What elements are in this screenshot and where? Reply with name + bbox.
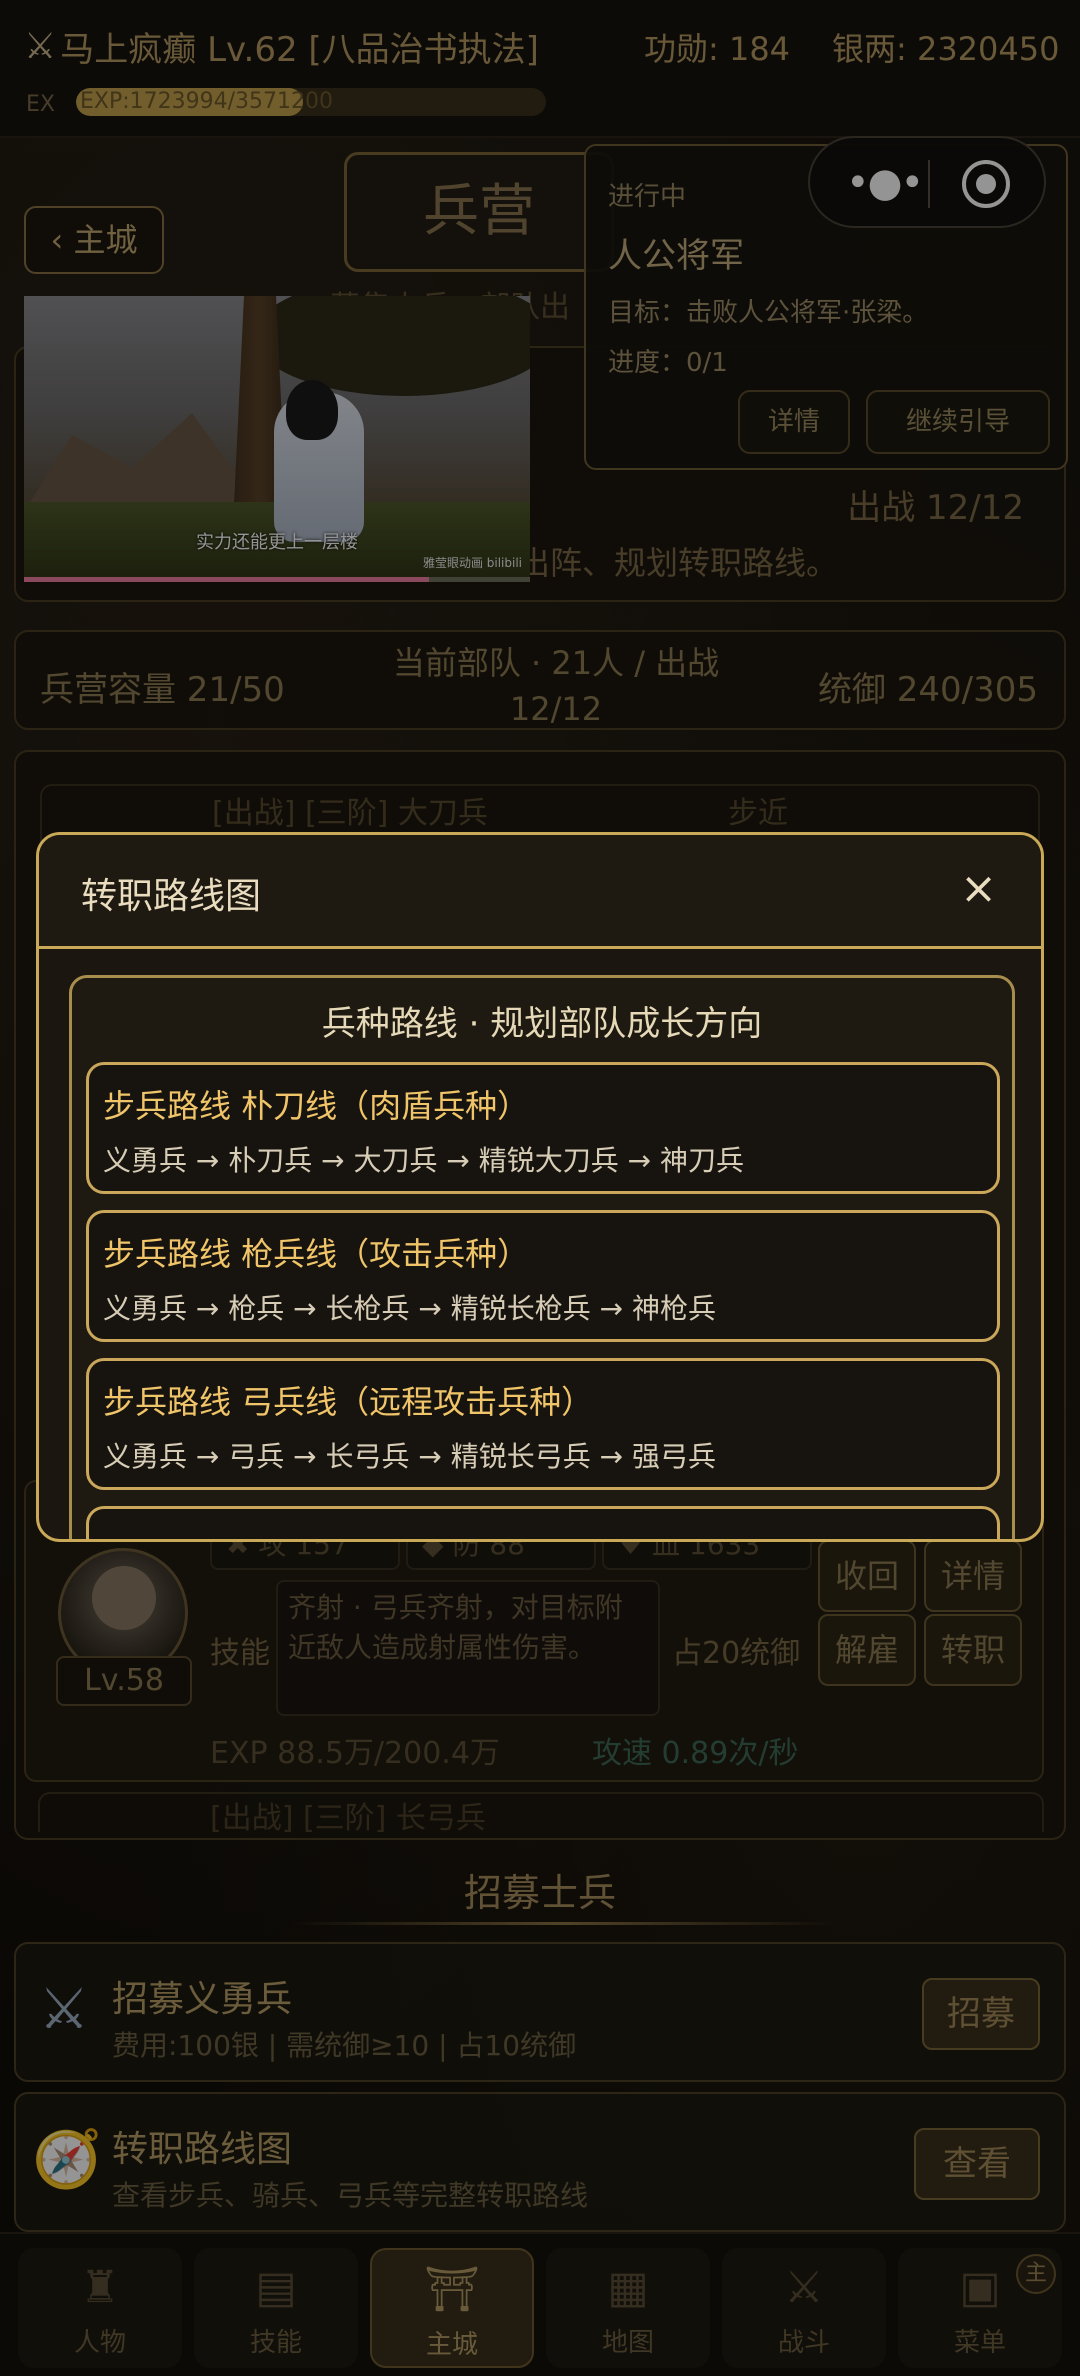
route-card-bow: 步兵路线 弓兵线（远程攻击兵种） 义勇兵 → 弓兵 → 长弓兵 → 精锐长弓兵 … (86, 1358, 1000, 1490)
route-path: 义勇兵 → 枪兵 → 长枪兵 → 精锐长枪兵 → 神枪兵 (103, 1292, 717, 1325)
route-card-next (86, 1506, 1000, 1539)
route-card-spear: 步兵路线 枪兵线（攻击兵种） 义勇兵 → 枪兵 → 长枪兵 → 精锐长枪兵 → … (86, 1210, 1000, 1342)
modal-title: 转职路线图 (81, 876, 262, 917)
route-list[interactable]: 兵种路线 · 规划部队成长方向 步兵路线 朴刀线（肉盾兵种） 义勇兵 → 朴刀兵… (69, 975, 1015, 1539)
route-list-heading: 兵种路线 · 规划部队成长方向 (321, 1004, 763, 1044)
route-path: 义勇兵 → 朴刀兵 → 大刀兵 → 精锐大刀兵 → 神刀兵 (103, 1144, 745, 1177)
promotion-route-modal: 转职路线图 × 兵种路线 · 规划部队成长方向 步兵路线 朴刀线（肉盾兵种） 义… (36, 832, 1044, 1542)
route-title: 步兵路线 枪兵线（攻击兵种） (103, 1235, 530, 1273)
route-card-broadsword: 步兵路线 朴刀线（肉盾兵种） 义勇兵 → 朴刀兵 → 大刀兵 → 精锐大刀兵 →… (86, 1062, 1000, 1194)
modal-header: 转职路线图 × (39, 835, 1041, 949)
route-title: 步兵路线 朴刀线（肉盾兵种） (103, 1087, 530, 1125)
route-title: 步兵路线 弓兵线（远程攻击兵种） (103, 1383, 594, 1421)
route-path: 义勇兵 → 弓兵 → 长弓兵 → 精锐长弓兵 → 强弓兵 (103, 1440, 717, 1473)
close-icon[interactable]: × (960, 863, 997, 914)
